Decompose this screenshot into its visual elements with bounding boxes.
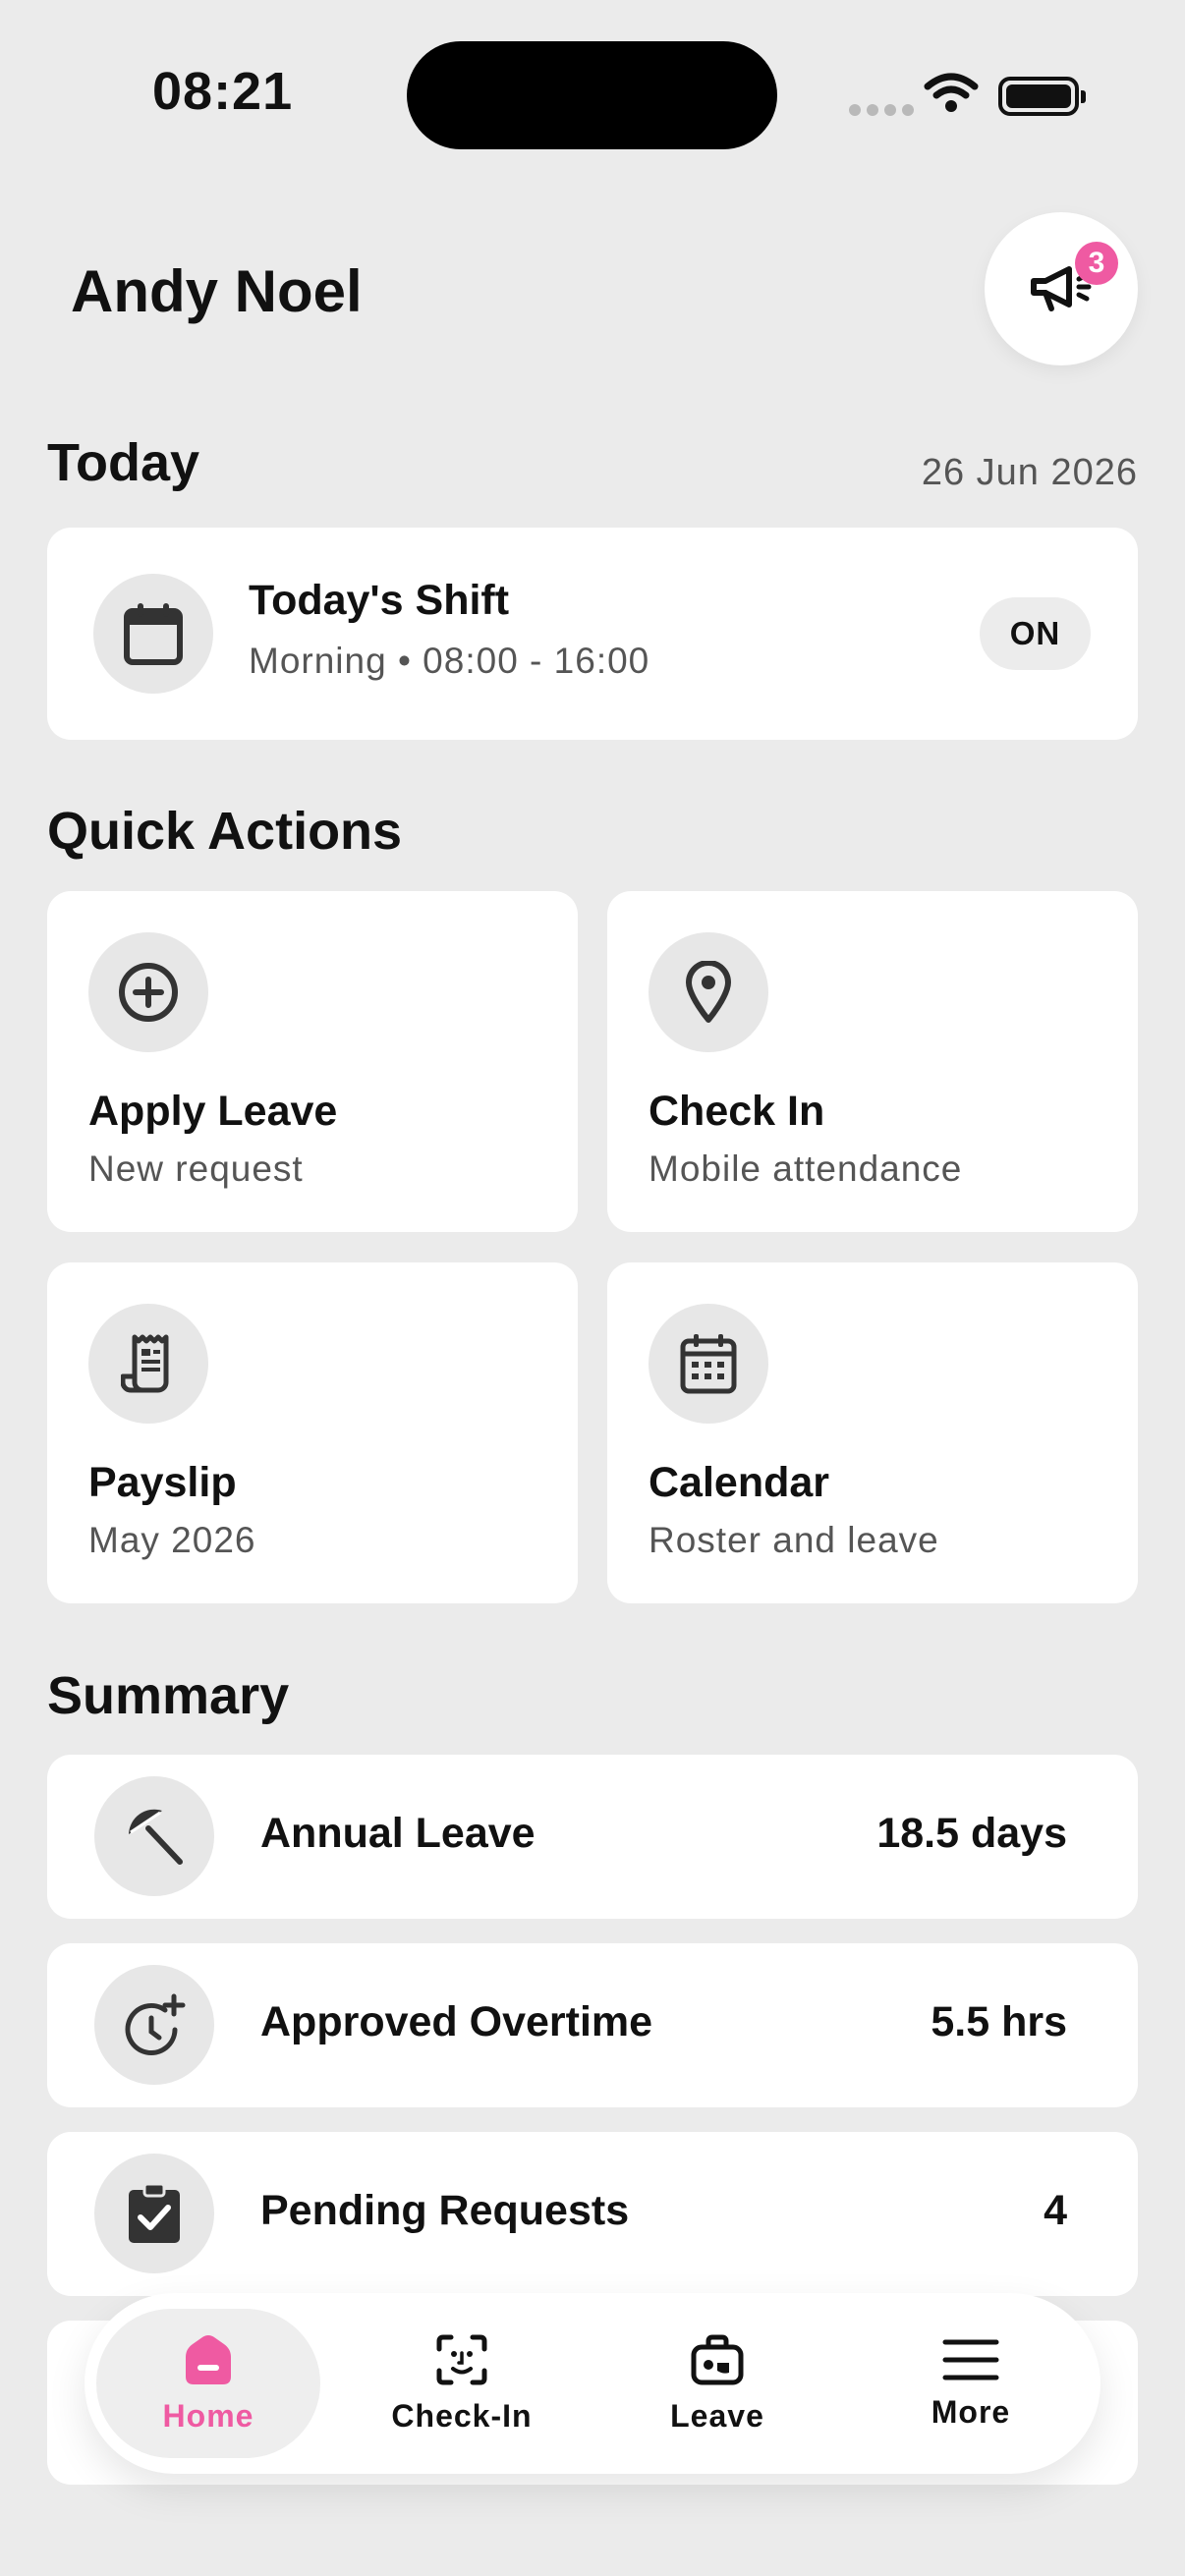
check-in-subtitle: Mobile attendance — [649, 1148, 963, 1189]
user-name: Andy Noel — [71, 258, 363, 324]
summary-title: Summary — [47, 1666, 290, 1725]
nav-check-in[interactable]: Check-In — [350, 2309, 574, 2458]
apply-leave-icon-circle — [88, 932, 208, 1052]
suitcase-icon — [691, 2334, 744, 2384]
approved-overtime-row[interactable]: Approved Overtime 5.5 hrs — [47, 1943, 1138, 2107]
add-circle-icon — [119, 963, 178, 1022]
home-icon — [186, 2334, 231, 2384]
menu-icon — [942, 2339, 999, 2380]
face-scan-icon — [436, 2334, 487, 2384]
apply-leave-subtitle: New request — [88, 1148, 304, 1189]
check-in-icon-circle — [649, 932, 768, 1052]
payslip-title: Payslip — [88, 1459, 237, 1506]
bottom-nav: Home Check-In Leave More — [85, 2293, 1100, 2474]
check-in-card[interactable]: Check In Mobile attendance — [607, 891, 1138, 1232]
cellular-signal-icon — [849, 104, 914, 116]
nav-check-in-label: Check-In — [391, 2397, 533, 2434]
status-time: 08:21 — [152, 62, 294, 121]
check-in-title: Check In — [649, 1088, 825, 1135]
nav-home[interactable]: Home — [96, 2309, 320, 2458]
annual-leave-label: Annual Leave — [260, 1810, 536, 1857]
today-title: Today — [47, 433, 200, 492]
clock-plus-icon — [125, 1993, 186, 2055]
pending-requests-label: Pending Requests — [260, 2187, 630, 2234]
pending-requests-value: 4 — [1044, 2187, 1067, 2234]
approved-overtime-value: 5.5 hrs — [931, 1998, 1067, 2045]
status-bar: 08:21 — [0, 0, 1185, 187]
annual-leave-row[interactable]: Annual Leave 18.5 days — [47, 1755, 1138, 1919]
calendar-grid-icon — [680, 1334, 737, 1394]
nav-home-label: Home — [162, 2397, 254, 2434]
annual-leave-icon-circle — [94, 1776, 214, 1896]
wifi-icon — [924, 73, 979, 112]
pending-requests-icon-circle — [94, 2154, 214, 2273]
pending-requests-row[interactable]: Pending Requests 4 — [47, 2132, 1138, 2296]
payslip-card[interactable]: Payslip May 2026 — [47, 1262, 578, 1603]
header: Andy Noel 3 — [0, 206, 1185, 373]
dynamic-island — [407, 41, 777, 149]
battery-icon — [998, 77, 1086, 116]
shift-detail: Morning • 08:00 - 16:00 — [249, 641, 650, 681]
calendar-icon — [124, 603, 183, 665]
nav-more[interactable]: More — [859, 2309, 1083, 2458]
shift-title: Today's Shift — [249, 577, 510, 624]
location-pin-icon — [686, 961, 731, 1023]
clipboard-check-icon — [129, 2182, 180, 2243]
approved-overtime-label: Approved Overtime — [260, 1998, 653, 2045]
calendar-title: Calendar — [649, 1459, 830, 1506]
nav-leave[interactable]: Leave — [605, 2309, 829, 2458]
quick-actions-title: Quick Actions — [47, 802, 403, 861]
notification-badge: 3 — [1075, 242, 1118, 285]
apply-leave-title: Apply Leave — [88, 1088, 338, 1135]
beach-umbrella-icon — [129, 1809, 183, 1865]
calendar-icon-circle — [649, 1304, 768, 1424]
annual-leave-value: 18.5 days — [876, 1810, 1067, 1857]
approved-overtime-icon-circle — [94, 1965, 214, 2085]
payslip-icon-circle — [88, 1304, 208, 1424]
shift-icon-circle — [93, 574, 213, 694]
today-date: 26 Jun 2026 — [921, 452, 1138, 493]
receipt-icon — [121, 1334, 169, 1393]
calendar-subtitle: Roster and leave — [649, 1520, 939, 1560]
todays-shift-card[interactable]: Today's Shift Morning • 08:00 - 16:00 ON — [47, 528, 1138, 740]
announcements-button[interactable]: 3 — [985, 212, 1138, 365]
nav-leave-label: Leave — [670, 2397, 764, 2434]
shift-status-chip: ON — [980, 597, 1091, 670]
apply-leave-card[interactable]: Apply Leave New request — [47, 891, 578, 1232]
calendar-card[interactable]: Calendar Roster and leave — [607, 1262, 1138, 1603]
nav-more-label: More — [931, 2393, 1011, 2430]
payslip-subtitle: May 2026 — [88, 1520, 256, 1560]
